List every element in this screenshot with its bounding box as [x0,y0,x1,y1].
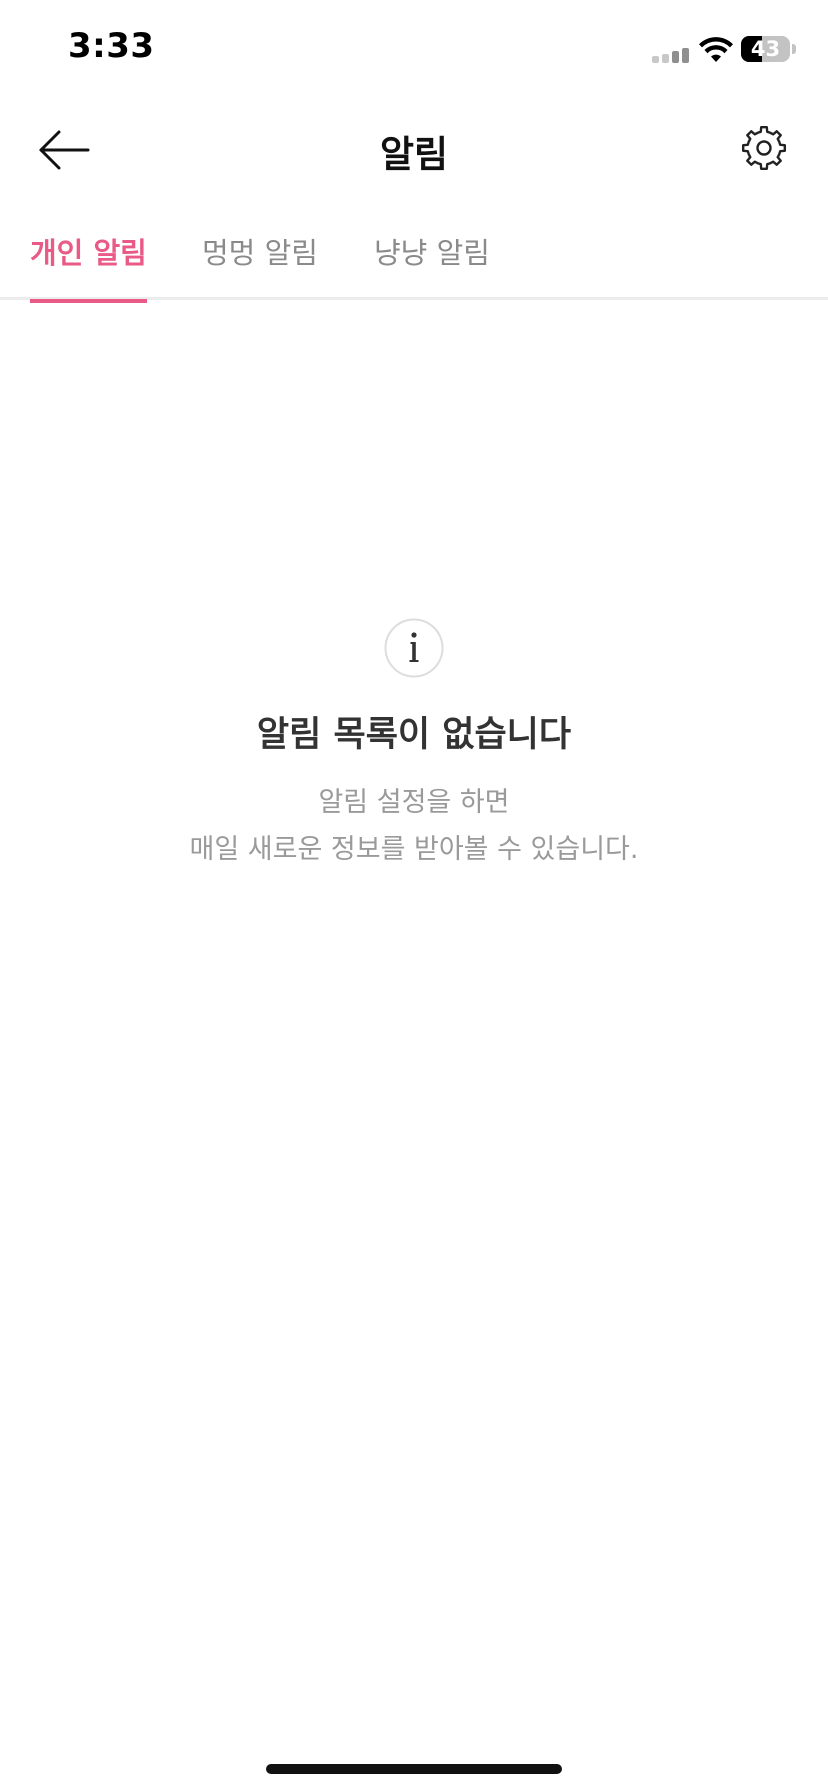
home-indicator[interactable] [266,1764,562,1774]
empty-state-description-line: 매일 새로운 정보를 받아볼 수 있습니다. [189,834,639,865]
tab-cat-alerts[interactable]: 냥냥 알림 [374,230,490,300]
battery-cap [792,44,796,54]
empty-state-description: 알림 설정을 하면 매일 새로운 정보를 받아볼 수 있습니다. [0,779,828,873]
info-icon [384,618,444,678]
battery-level: 43 [750,37,781,61]
tab-personal-alerts[interactable]: 개인 알림 [30,230,147,303]
battery-icon: 43 [741,36,790,62]
empty-state-title: 알림 목록이 없습니다 [256,715,572,755]
empty-state-description-line: 알림 설정을 하면 [318,787,510,818]
tab-dog-alerts[interactable]: 멍멍 알림 [202,230,318,300]
gear-icon[interactable] [738,122,790,174]
tab-label: 냥냥 알림 [374,236,490,270]
active-tab-indicator [30,299,147,303]
empty-state: 알림 목록이 없습니다 알림 설정을 하면 매일 새로운 정보를 받아볼 수 있… [0,618,828,873]
status-bar: 3:33 43 [0,0,828,100]
wifi-icon [699,37,733,62]
tab-label: 개인 알림 [30,236,147,270]
tab-label: 멍멍 알림 [202,236,318,270]
nav-bar: 알림 [0,100,828,200]
status-time: 3:33 [68,26,155,66]
tab-bar: 개인 알림 멍멍 알림 냥냥 알림 [0,200,828,303]
page-title: 알림 [379,133,449,176]
cellular-signal-icon [652,47,690,63]
